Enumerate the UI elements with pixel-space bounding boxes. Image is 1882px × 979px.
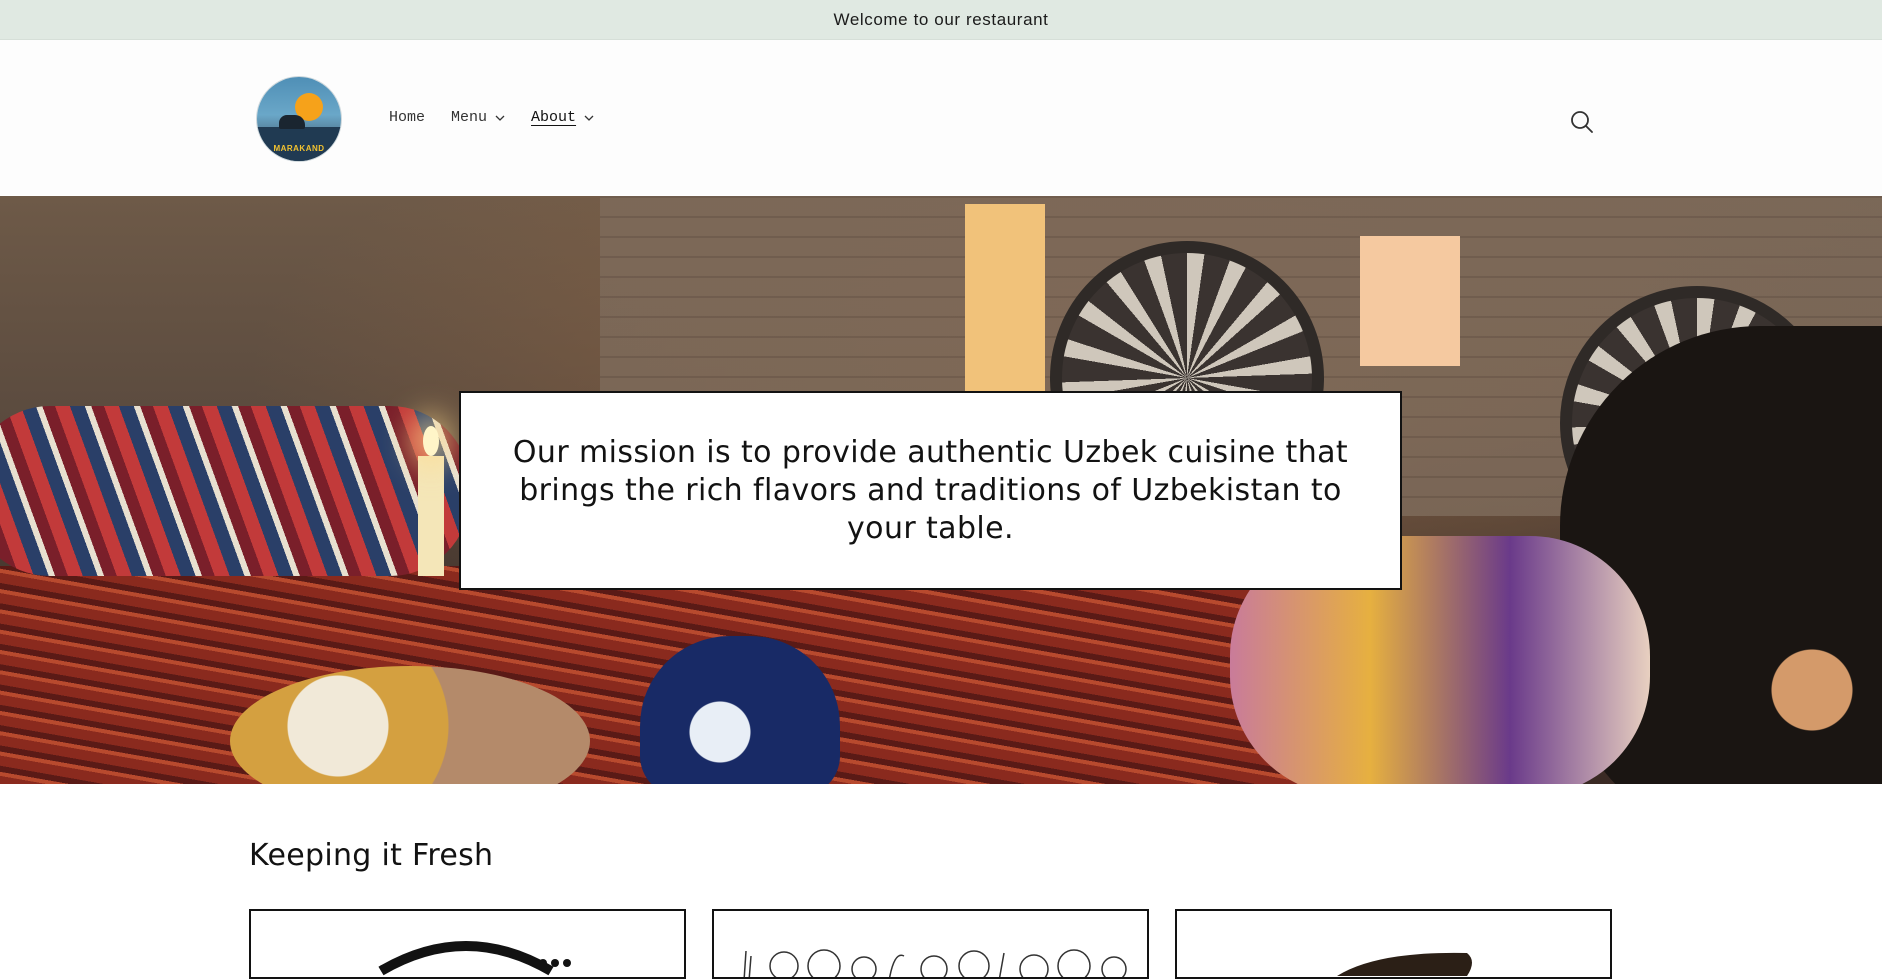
- nav-label-about: About: [531, 109, 577, 126]
- nav-label-home: Home: [389, 109, 426, 126]
- fresh-card-bread[interactable]: [1175, 909, 1612, 979]
- chevron-down-icon: [584, 115, 594, 121]
- site-header: MARAKAND Home Menu About: [0, 40, 1882, 195]
- chevron-down-icon: [495, 115, 505, 121]
- fresh-card-vegetables[interactable]: [712, 909, 1149, 979]
- announcement-bar: Welcome to our restaurant: [0, 0, 1882, 40]
- bowl-illustration: [378, 941, 571, 976]
- hero-window: [1360, 236, 1460, 366]
- main-nav: Home Menu About: [389, 40, 594, 195]
- mission-statement: Our mission is to provide authentic Uzbe…: [512, 434, 1349, 546]
- hero-teapot: [640, 636, 840, 784]
- fresh-card-bowl[interactable]: [249, 909, 686, 979]
- announcement-text: Welcome to our restaurant: [833, 9, 1049, 29]
- logo-text: MARAKAND: [273, 144, 325, 153]
- section-title: Keeping it Fresh: [249, 838, 494, 873]
- search-icon: [1571, 111, 1593, 133]
- mission-statement-box: Our mission is to provide authentic Uzbe…: [459, 391, 1402, 590]
- hero-door: [965, 204, 1045, 404]
- hero-candle: [418, 456, 444, 576]
- logo-camel: [279, 115, 305, 129]
- hero-pillow: [0, 406, 470, 576]
- nav-label-menu: Menu: [451, 109, 488, 126]
- bread-illustration: [1337, 952, 1472, 976]
- search-button[interactable]: [1567, 107, 1597, 137]
- nav-item-home[interactable]: Home: [389, 109, 425, 126]
- nav-item-about[interactable]: About: [531, 109, 594, 126]
- nav-item-menu[interactable]: Menu: [451, 109, 505, 126]
- restaurant-logo[interactable]: MARAKAND: [257, 77, 341, 161]
- hero-flame: [423, 426, 439, 456]
- vegetables-illustration: [743, 949, 1127, 977]
